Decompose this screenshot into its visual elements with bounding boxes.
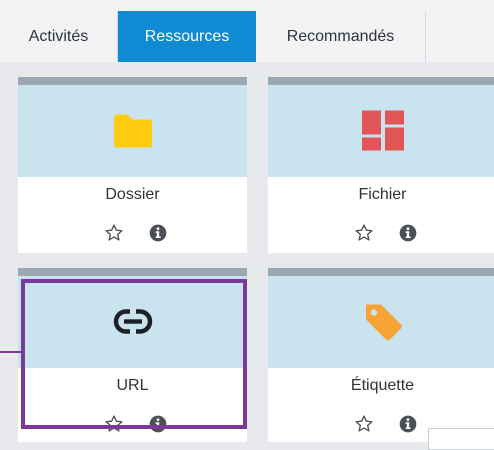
tag-icon [362,301,404,348]
info-icon[interactable] [148,414,168,439]
module-card-dossier[interactable]: Dossier [18,77,247,253]
info-icon[interactable] [398,223,418,248]
module-label: Étiquette [350,377,415,394]
card-topbar [18,268,247,276]
module-label: Dossier [105,186,160,203]
popover-fragment [428,428,494,450]
module-label: URL [116,377,149,394]
card-topbar [268,77,494,85]
module-card-fichier[interactable]: Fichier [268,77,494,253]
module-card-etiquette[interactable]: Étiquette [268,268,494,442]
info-icon[interactable] [148,223,168,248]
star-icon[interactable] [104,414,124,439]
tab-activites[interactable]: Activités [0,11,118,62]
file-grid-icon [361,110,404,156]
card-icon-band [18,276,247,368]
card-icon-band [18,85,247,177]
link-icon [113,308,153,340]
star-icon[interactable] [354,223,374,248]
category-tabs: Activités Ressources Recommandés [0,0,494,62]
tab-recommandes[interactable]: Recommandés [256,11,426,62]
card-actions [18,223,247,245]
card-actions [268,223,494,245]
module-chooser-grid: Dossier Fichier URL Étiquette [0,62,494,442]
info-icon[interactable] [398,414,418,439]
card-topbar [268,268,494,276]
card-icon-band [268,276,494,368]
star-icon[interactable] [354,414,374,439]
folder-icon [112,113,154,154]
module-card-url[interactable]: URL [18,268,247,442]
module-label: Fichier [358,186,407,203]
card-icon-band [268,85,494,177]
star-icon[interactable] [104,223,124,248]
tab-ressources[interactable]: Ressources [118,11,256,62]
card-topbar [18,77,247,85]
card-actions [18,414,247,436]
